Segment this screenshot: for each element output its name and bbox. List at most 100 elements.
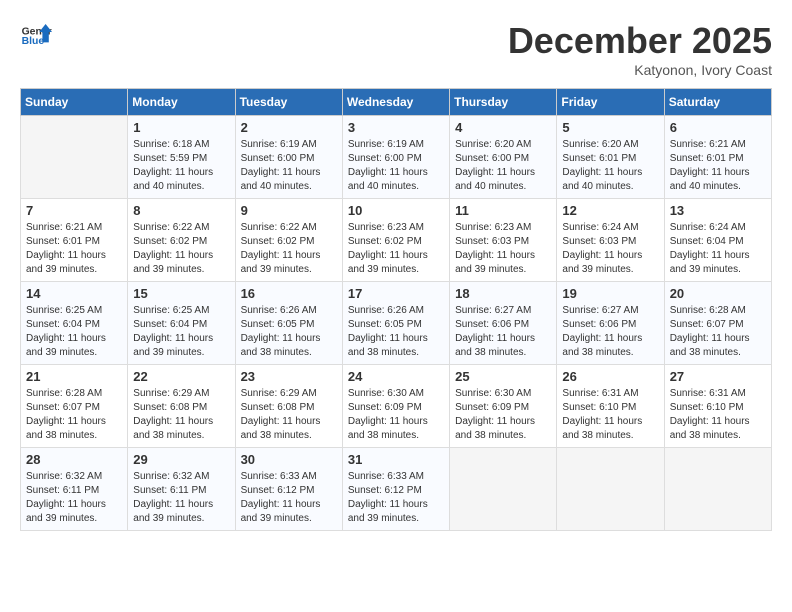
day-number: 17 <box>348 286 444 301</box>
day-number: 12 <box>562 203 658 218</box>
calendar-cell: 14 Sunrise: 6:25 AMSunset: 6:04 PMDayligh… <box>21 282 128 365</box>
calendar-cell: 4Sunrise: 6:20 AMSunset: 6:00 PMDaylight… <box>450 116 557 199</box>
day-info: Sunrise: 6:19 AMSunset: 6:00 PMDaylight:… <box>348 138 444 194</box>
day-info: Sunrise: 6:32 AMSunset: 6:11 PMDaylight:… <box>133 470 229 526</box>
col-header-thursday: Thursday <box>450 89 557 116</box>
day-number: 2 <box>241 120 337 135</box>
calendar-cell: 29 Sunrise: 6:32 AMSunset: 6:11 PMDayligh… <box>128 448 235 531</box>
logo-icon: General Blue <box>20 20 52 52</box>
day-number: 18 <box>455 286 551 301</box>
calendar-cell: 13 Sunrise: 6:24 AMSunset: 6:04 PMDayligh… <box>664 199 771 282</box>
day-info: Sunrise: 6:29 AMSunset: 6:08 PMDaylight:… <box>133 387 229 443</box>
day-info: Sunrise: 6:22 AMSunset: 6:02 PMDaylight:… <box>241 221 337 277</box>
calendar-cell: 10 Sunrise: 6:23 AMSunset: 6:02 PMDayligh… <box>342 199 449 282</box>
day-number: 13 <box>670 203 766 218</box>
day-number: 6 <box>670 120 766 135</box>
day-info: Sunrise: 6:24 AMSunset: 6:03 PMDaylight:… <box>562 221 658 277</box>
day-info: Sunrise: 6:32 AMSunset: 6:11 PMDaylight:… <box>26 470 122 526</box>
day-number: 29 <box>133 452 229 467</box>
calendar-cell: 25Sunrise: 6:30 AMSunset: 6:09 PMDayligh… <box>450 365 557 448</box>
calendar-cell: 26Sunrise: 6:31 AMSunset: 6:10 PMDayligh… <box>557 365 664 448</box>
day-info: Sunrise: 6:26 AMSunset: 6:05 PMDaylight:… <box>348 304 444 360</box>
week-row-5: 28 Sunrise: 6:32 AMSunset: 6:11 PMDayligh… <box>21 448 772 531</box>
day-info: Sunrise: 6:24 AMSunset: 6:04 PMDaylight:… <box>670 221 766 277</box>
calendar-cell: 16 Sunrise: 6:26 AMSunset: 6:05 PMDayligh… <box>235 282 342 365</box>
col-header-friday: Friday <box>557 89 664 116</box>
day-info: Sunrise: 6:22 AMSunset: 6:02 PMDaylight:… <box>133 221 229 277</box>
col-header-tuesday: Tuesday <box>235 89 342 116</box>
day-number: 20 <box>670 286 766 301</box>
day-number: 8 <box>133 203 229 218</box>
col-header-sunday: Sunday <box>21 89 128 116</box>
day-number: 24 <box>348 369 444 384</box>
header-row: SundayMondayTuesdayWednesdayThursdayFrid… <box>21 89 772 116</box>
day-number: 14 <box>26 286 122 301</box>
col-header-saturday: Saturday <box>664 89 771 116</box>
day-info: Sunrise: 6:30 AMSunset: 6:09 PMDaylight:… <box>348 387 444 443</box>
day-number: 27 <box>670 369 766 384</box>
calendar-cell: 2Sunrise: 6:19 AMSunset: 6:00 PMDaylight… <box>235 116 342 199</box>
day-info: Sunrise: 6:33 AMSunset: 6:12 PMDaylight:… <box>348 470 444 526</box>
week-row-4: 21Sunrise: 6:28 AMSunset: 6:07 PMDayligh… <box>21 365 772 448</box>
calendar-cell: 6 Sunrise: 6:21 AMSunset: 6:01 PMDaylight… <box>664 116 771 199</box>
calendar-cell: 12 Sunrise: 6:24 AMSunset: 6:03 PMDayligh… <box>557 199 664 282</box>
day-number: 4 <box>455 120 551 135</box>
day-info: Sunrise: 6:23 AMSunset: 6:03 PMDaylight:… <box>455 221 551 277</box>
month-title: December 2025 <box>508 20 772 62</box>
day-info: Sunrise: 6:21 AMSunset: 6:01 PMDaylight:… <box>670 138 766 194</box>
day-info: Sunrise: 6:31 AMSunset: 6:10 PMDaylight:… <box>670 387 766 443</box>
day-info: Sunrise: 6:29 AMSunset: 6:08 PMDaylight:… <box>241 387 337 443</box>
day-number: 16 <box>241 286 337 301</box>
day-number: 23 <box>241 369 337 384</box>
day-info: Sunrise: 6:33 AMSunset: 6:12 PMDaylight:… <box>241 470 337 526</box>
day-info: Sunrise: 6:18 AMSunset: 5:59 PMDaylight:… <box>133 138 229 194</box>
calendar-cell: 24 Sunrise: 6:30 AMSunset: 6:09 PMDayligh… <box>342 365 449 448</box>
col-header-wednesday: Wednesday <box>342 89 449 116</box>
calendar-cell: 30 Sunrise: 6:33 AMSunset: 6:12 PMDayligh… <box>235 448 342 531</box>
day-number: 10 <box>348 203 444 218</box>
calendar-cell: 9Sunrise: 6:22 AMSunset: 6:02 PMDaylight… <box>235 199 342 282</box>
calendar-cell: 7Sunrise: 6:21 AMSunset: 6:01 PMDaylight… <box>21 199 128 282</box>
day-number: 21 <box>26 369 122 384</box>
calendar-cell: 3 Sunrise: 6:19 AMSunset: 6:00 PMDaylight… <box>342 116 449 199</box>
day-info: Sunrise: 6:25 AMSunset: 6:04 PMDaylight:… <box>133 304 229 360</box>
day-info: Sunrise: 6:31 AMSunset: 6:10 PMDaylight:… <box>562 387 658 443</box>
calendar-cell: 20 Sunrise: 6:28 AMSunset: 6:07 PMDayligh… <box>664 282 771 365</box>
week-row-1: 1 Sunrise: 6:18 AMSunset: 5:59 PMDaylight… <box>21 116 772 199</box>
calendar-cell <box>557 448 664 531</box>
calendar-cell: 18 Sunrise: 6:27 AMSunset: 6:06 PMDayligh… <box>450 282 557 365</box>
day-number: 1 <box>133 120 229 135</box>
calendar-cell <box>664 448 771 531</box>
calendar-cell: 22Sunrise: 6:29 AMSunset: 6:08 PMDayligh… <box>128 365 235 448</box>
calendar-cell: 19 Sunrise: 6:27 AMSunset: 6:06 PMDayligh… <box>557 282 664 365</box>
day-info: Sunrise: 6:20 AMSunset: 6:01 PMDaylight:… <box>562 138 658 194</box>
day-number: 11 <box>455 203 551 218</box>
day-info: Sunrise: 6:23 AMSunset: 6:02 PMDaylight:… <box>348 221 444 277</box>
day-info: Sunrise: 6:27 AMSunset: 6:06 PMDaylight:… <box>562 304 658 360</box>
day-number: 28 <box>26 452 122 467</box>
calendar-cell: 31Sunrise: 6:33 AMSunset: 6:12 PMDayligh… <box>342 448 449 531</box>
col-header-monday: Monday <box>128 89 235 116</box>
logo: General Blue <box>20 20 52 52</box>
calendar-cell: 17 Sunrise: 6:26 AMSunset: 6:05 PMDayligh… <box>342 282 449 365</box>
day-number: 30 <box>241 452 337 467</box>
calendar-cell: 28 Sunrise: 6:32 AMSunset: 6:11 PMDayligh… <box>21 448 128 531</box>
day-info: Sunrise: 6:30 AMSunset: 6:09 PMDaylight:… <box>455 387 551 443</box>
calendar-cell <box>450 448 557 531</box>
svg-text:Blue: Blue <box>22 36 45 47</box>
day-number: 19 <box>562 286 658 301</box>
calendar-table: SundayMondayTuesdayWednesdayThursdayFrid… <box>20 88 772 531</box>
day-number: 5 <box>562 120 658 135</box>
day-info: Sunrise: 6:27 AMSunset: 6:06 PMDaylight:… <box>455 304 551 360</box>
calendar-cell: 11 Sunrise: 6:23 AMSunset: 6:03 PMDayligh… <box>450 199 557 282</box>
day-info: Sunrise: 6:28 AMSunset: 6:07 PMDaylight:… <box>670 304 766 360</box>
day-number: 15 <box>133 286 229 301</box>
day-info: Sunrise: 6:25 AMSunset: 6:04 PMDaylight:… <box>26 304 122 360</box>
calendar-cell: 21Sunrise: 6:28 AMSunset: 6:07 PMDayligh… <box>21 365 128 448</box>
day-info: Sunrise: 6:26 AMSunset: 6:05 PMDaylight:… <box>241 304 337 360</box>
calendar-cell: 5 Sunrise: 6:20 AMSunset: 6:01 PMDaylight… <box>557 116 664 199</box>
title-block: December 2025 Katyonon, Ivory Coast <box>508 20 772 78</box>
location: Katyonon, Ivory Coast <box>508 62 772 78</box>
day-number: 3 <box>348 120 444 135</box>
calendar-cell: 8 Sunrise: 6:22 AMSunset: 6:02 PMDaylight… <box>128 199 235 282</box>
